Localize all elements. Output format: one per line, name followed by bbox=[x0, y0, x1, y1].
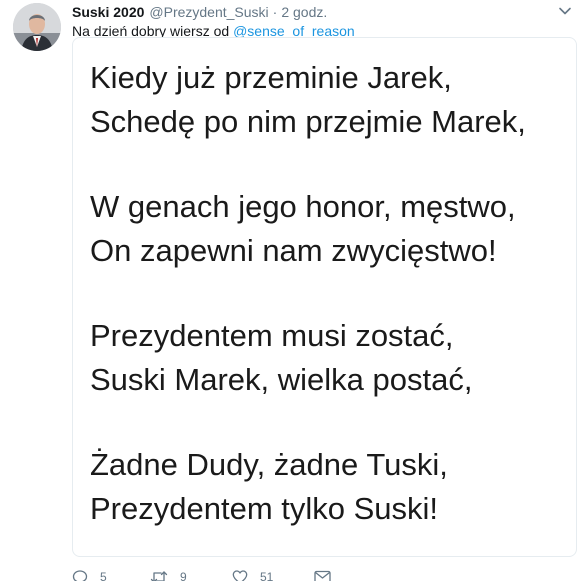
user-handle[interactable]: @Prezydent_Suski bbox=[149, 3, 268, 21]
retweet-count: 9 bbox=[180, 570, 187, 581]
poem-stanza: Żadne Dudy, żadne Tuski, Prezydentem tylk… bbox=[90, 443, 566, 531]
poem-line: Prezydentem tylko Suski! bbox=[90, 491, 439, 526]
poem-line: Schedę po nim przejmie Marek, bbox=[90, 104, 526, 139]
retweet-icon bbox=[150, 571, 168, 581]
like-count: 51 bbox=[260, 570, 274, 581]
poem-stanza: Kiedy już przeminie Jarek, Schedę po nim … bbox=[90, 56, 566, 144]
like-button[interactable]: 51 bbox=[232, 569, 314, 581]
poem-line: Kiedy już przeminie Jarek, bbox=[90, 60, 452, 95]
poem-line: W genach jego honor, męstwo, bbox=[90, 189, 516, 224]
poem-text: Kiedy już przeminie Jarek, Schedę po nim … bbox=[90, 56, 566, 531]
direct-message-button[interactable] bbox=[314, 570, 331, 581]
avatar[interactable] bbox=[13, 3, 61, 51]
tweet-image[interactable]: Kiedy już przeminie Jarek, Schedę po nim … bbox=[72, 37, 577, 557]
chevron-down-icon[interactable] bbox=[558, 4, 572, 18]
poem-line: On zapewni nam zwycięstwo! bbox=[90, 233, 497, 268]
retweet-button[interactable]: 9 bbox=[150, 569, 232, 581]
poem-line: Suski Marek, wielka postać, bbox=[90, 362, 473, 397]
tweet[interactable]: Suski 2020 @Prezydent_Suski · 2 godz. Na… bbox=[0, 0, 578, 581]
poem-stanza: Prezydentem musi zostać, Suski Marek, wie… bbox=[90, 314, 566, 402]
avatar-photo bbox=[13, 3, 61, 51]
poem-line: Prezydentem musi zostać, bbox=[90, 318, 454, 353]
reply-button[interactable]: 5 bbox=[72, 569, 150, 581]
tweet-header: Suski 2020 @Prezydent_Suski · 2 godz. bbox=[72, 3, 327, 21]
envelope-icon bbox=[314, 570, 331, 581]
separator-dot: · bbox=[272, 4, 278, 20]
display-name[interactable]: Suski 2020 bbox=[72, 3, 144, 21]
poem-line: Żadne Dudy, żadne Tuski, bbox=[90, 447, 448, 482]
poem-stanza: W genach jego honor, męstwo, On zapewni n… bbox=[90, 185, 566, 273]
timestamp[interactable]: 2 godz. bbox=[281, 3, 327, 21]
tweet-actions: 5 9 51 bbox=[72, 568, 331, 581]
reply-icon bbox=[72, 570, 88, 581]
heart-icon bbox=[232, 570, 248, 581]
reply-count: 5 bbox=[100, 570, 107, 581]
